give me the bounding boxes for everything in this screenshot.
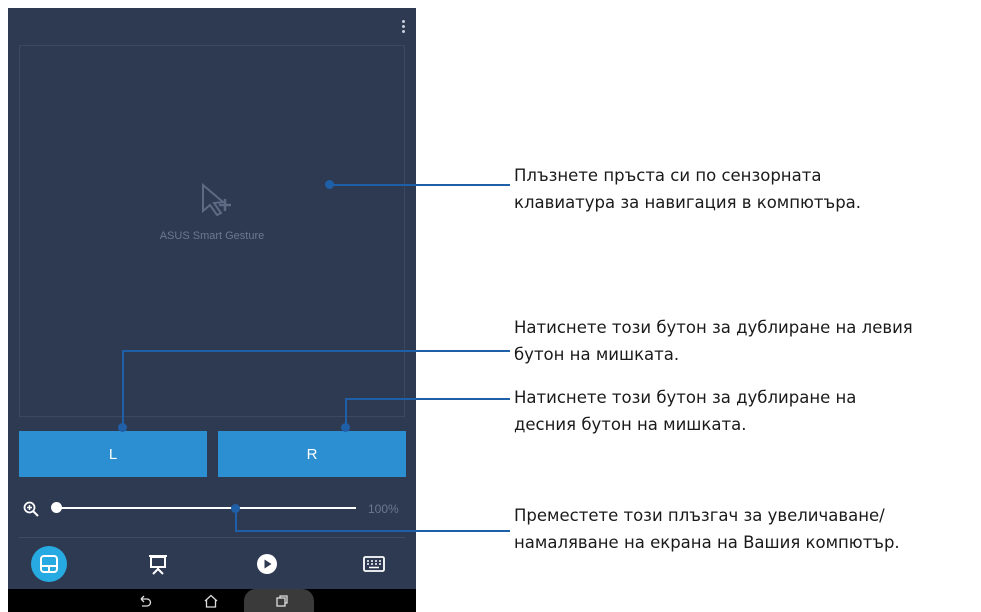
callout-left-text: Натиснете този бутон за дублиране на лев… [514,314,913,368]
callout-right-line-1: Натиснете този бутон за дублиране на [514,388,857,407]
top-bar [8,8,416,44]
smart-gesture-screen: ASUS Smart Gesture L R 100% [8,8,416,612]
left-mouse-button[interactable]: L [19,431,207,477]
callout-left-line-1: Натиснете този бутон за дублиране на лев… [514,318,913,337]
callout-right-line-h [345,398,510,400]
zoom-slider-thumb[interactable] [50,502,62,513]
callout-right-text: Натиснете този бутон за дублиране на дес… [514,384,856,438]
tab-presentation[interactable] [140,546,176,582]
callout-touchpad-line [330,184,510,186]
presentation-icon [149,555,167,575]
callout-left-line-2: бутон на мишката. [514,345,680,364]
divider [19,537,405,538]
callout-right-line-2: десния бутон на мишката. [514,415,747,434]
callout-zoom-line-v [235,508,237,532]
zoom-slider-track[interactable] [56,507,356,509]
callout-right-line-v [345,398,347,427]
callout-zoom-line-1: Преместете този плъзгач за увеличаване/ [514,506,885,525]
touchpad-label: ASUS Smart Gesture [159,230,265,242]
kebab-menu-icon[interactable] [402,20,406,34]
callout-zoom-line-h [235,530,510,532]
touchpad-icon [40,555,58,573]
callout-touchpad-line-1: Плъзнете пръста си по сензорната [514,166,822,185]
tab-play[interactable] [249,546,285,582]
right-mouse-button[interactable]: R [218,431,406,477]
callout-touchpad-line-2: клавиатура за навигация в компютъра. [514,193,862,212]
callout-left-line-v [122,350,124,427]
zoom-value: 100% [368,502,399,516]
zoom-in-icon [23,501,39,517]
pointer-move-icon [202,182,231,217]
callout-zoom-text: Преместете този плъзгач за увеличаване/ … [514,502,900,556]
tab-bar [8,539,416,589]
tab-keyboard[interactable] [356,546,392,582]
callout-zoom-line-2: намаляване на екрана на Вашия компютър. [514,533,900,552]
touchpad-area[interactable]: ASUS Smart Gesture [19,45,405,417]
play-icon [257,554,277,574]
tab-touchpad[interactable] [31,546,67,582]
callout-left-line-h [122,350,510,352]
back-icon[interactable] [135,591,155,611]
keyboard-icon [363,556,385,572]
recent-apps-icon[interactable] [272,591,292,611]
callout-touchpad-text: Плъзнете пръста си по сензорната клавиат… [514,162,861,216]
system-nav-bar [8,589,416,612]
home-icon[interactable] [201,591,221,611]
